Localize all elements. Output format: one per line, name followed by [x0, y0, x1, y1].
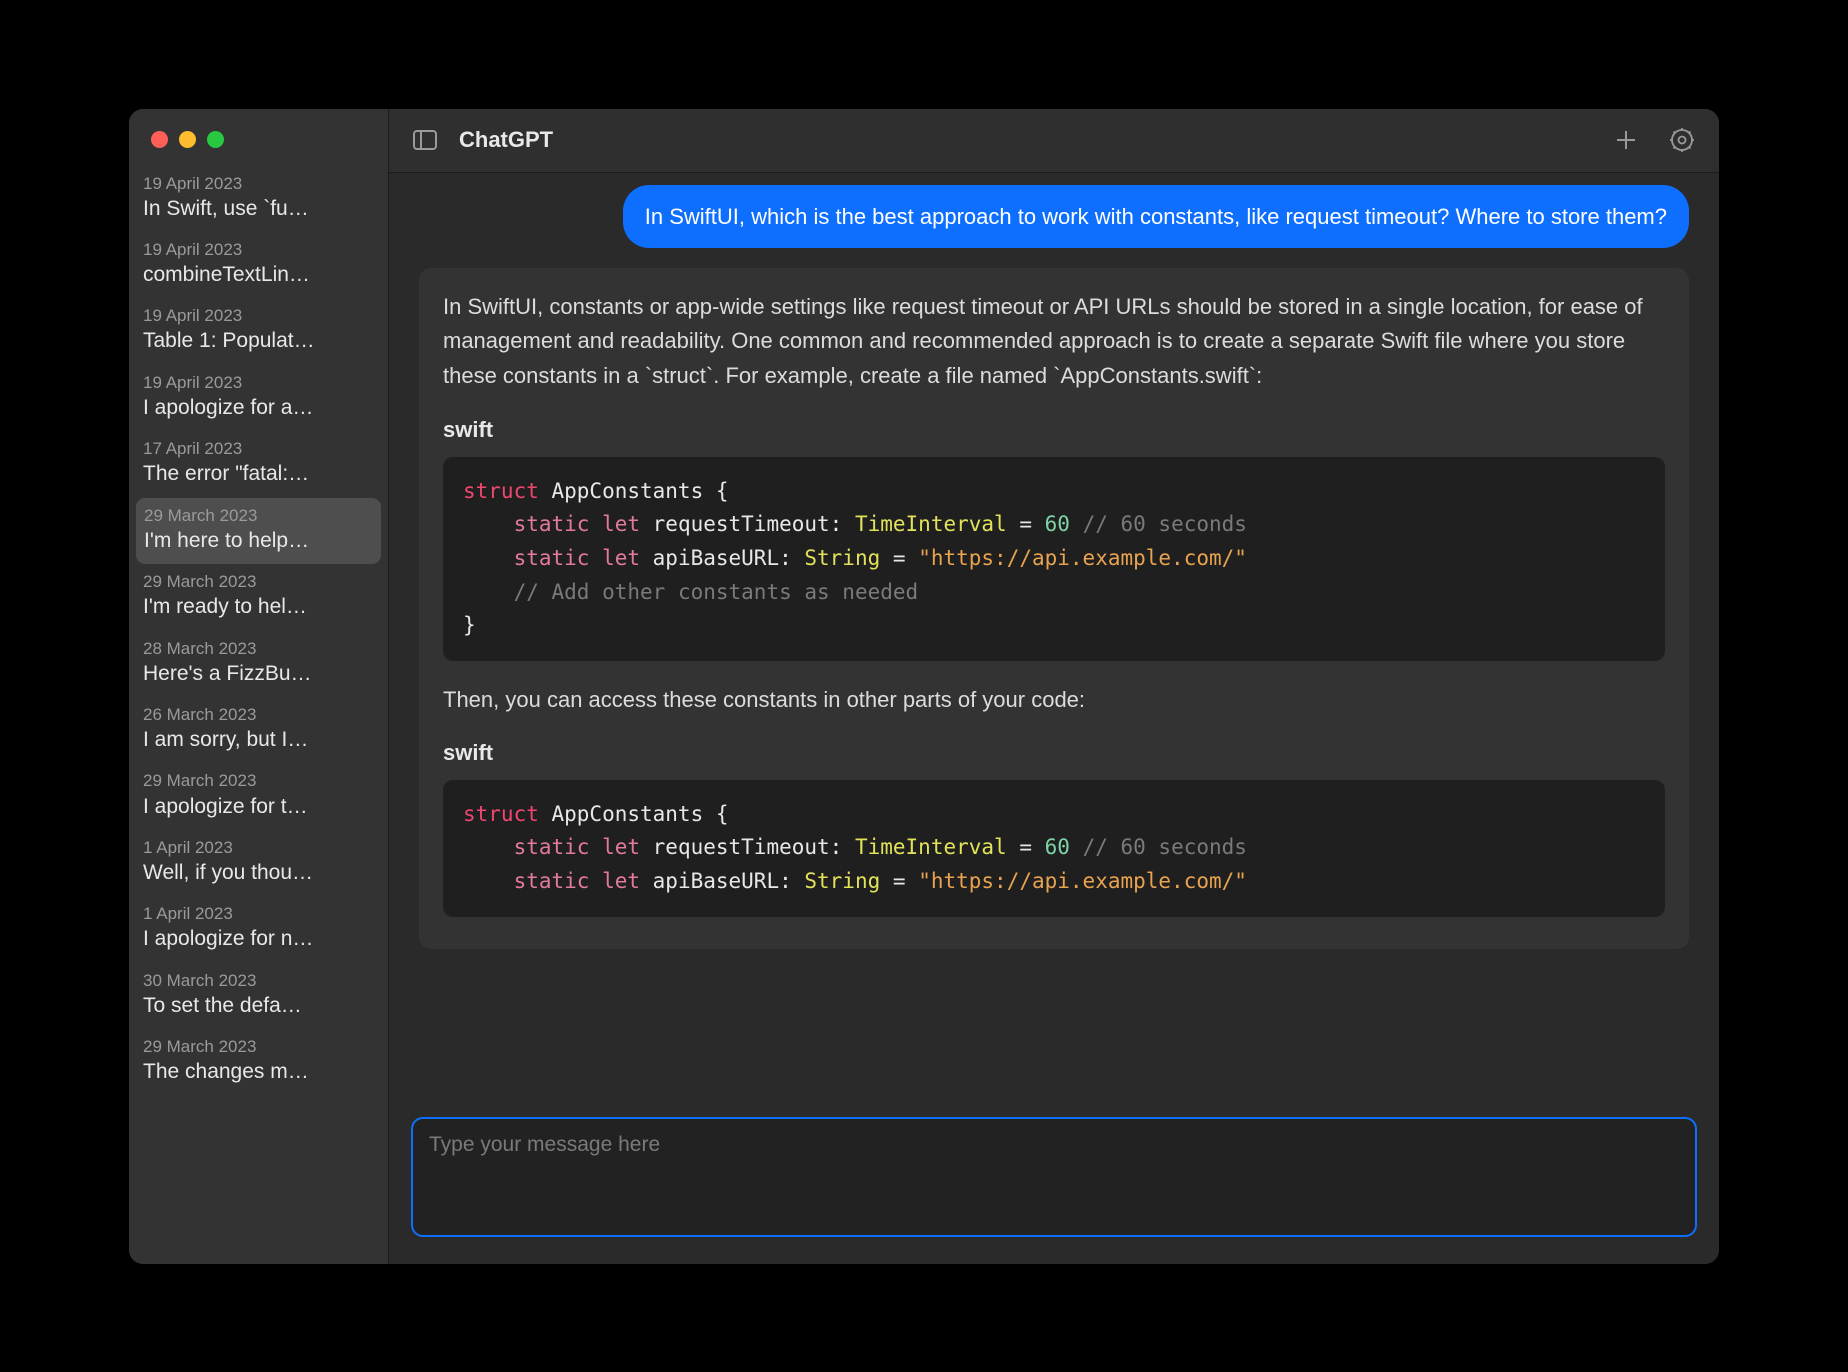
conversation-item[interactable]: 29 March 2023I'm here to help… [136, 498, 381, 564]
conversation-date: 28 March 2023 [143, 638, 374, 660]
conversation-date: 29 March 2023 [144, 505, 373, 527]
conversation-date: 1 April 2023 [143, 903, 374, 925]
conversation-date: 29 March 2023 [143, 571, 374, 593]
code-language-label: swift [443, 413, 1665, 447]
conversation-title: I am sorry, but I… [143, 726, 374, 754]
conversation-title: combineTextLin… [143, 261, 374, 289]
code-block-1: struct AppConstants { static let request… [443, 457, 1665, 661]
conversation-item[interactable]: 19 April 2023combineTextLin… [129, 232, 388, 298]
code-language-label-2: swift [443, 736, 1665, 770]
conversation-date: 26 March 2023 [143, 704, 374, 726]
assistant-between-text: Then, you can access these constants in … [443, 683, 1665, 716]
code-block-2: struct AppConstants { static let request… [443, 780, 1665, 917]
conversation-date: 29 March 2023 [143, 1036, 374, 1058]
conversation-title: Here's a FizzBu… [143, 660, 374, 688]
conversation-item[interactable]: 29 March 2023The changes m… [129, 1029, 388, 1095]
conversation-title: I apologize for n… [143, 925, 374, 953]
traffic-lights [129, 109, 388, 166]
conversation-date: 29 March 2023 [143, 770, 374, 792]
toolbar: ChatGPT [389, 109, 1719, 173]
conversation-list[interactable]: 19 April 2023In Swift, use `fu…19 April … [129, 166, 388, 1264]
close-button[interactable] [151, 131, 168, 148]
maximize-button[interactable] [207, 131, 224, 148]
conversation-item[interactable]: 19 April 2023In Swift, use `fu… [129, 166, 388, 232]
conversation-title: The changes m… [143, 1058, 374, 1086]
conversation-item[interactable]: 19 April 2023Table 1: Populat… [129, 298, 388, 364]
settings-button[interactable] [1669, 127, 1695, 153]
conversation-item[interactable]: 1 April 2023Well, if you thou… [129, 830, 388, 896]
conversation-title: In Swift, use `fu… [143, 195, 374, 223]
app-window: 19 April 2023In Swift, use `fu…19 April … [129, 109, 1719, 1264]
conversation-date: 17 April 2023 [143, 438, 374, 460]
input-area [389, 1101, 1719, 1264]
conversation-date: 19 April 2023 [143, 372, 374, 394]
sidebar: 19 April 2023In Swift, use `fu…19 April … [129, 109, 389, 1264]
conversation-item[interactable]: 28 March 2023Here's a FizzBu… [129, 631, 388, 697]
conversation-title: I'm here to help… [144, 527, 373, 555]
sidebar-toggle-icon[interactable] [413, 130, 437, 150]
main-panel: ChatGPT In Swif [389, 109, 1719, 1264]
message-input[interactable] [411, 1117, 1697, 1237]
conversation-item[interactable]: 19 April 2023I apologize for a… [129, 365, 388, 431]
app-title: ChatGPT [459, 127, 553, 153]
conversation-date: 1 April 2023 [143, 837, 374, 859]
conversation-item[interactable]: 1 April 2023I apologize for n… [129, 896, 388, 962]
conversation-date: 19 April 2023 [143, 239, 374, 261]
assistant-message: In SwiftUI, constants or app-wide settin… [419, 268, 1689, 948]
chat-area[interactable]: In SwiftUI, which is the best approach t… [389, 173, 1719, 1101]
conversation-title: The error "fatal:… [143, 460, 374, 488]
conversation-item[interactable]: 26 March 2023I am sorry, but I… [129, 697, 388, 763]
conversation-item[interactable]: 30 March 2023To set the defa… [129, 963, 388, 1029]
conversation-item[interactable]: 29 March 2023I'm ready to hel… [129, 564, 388, 630]
conversation-item[interactable]: 29 March 2023I apologize for t… [129, 763, 388, 829]
conversation-item[interactable]: 17 April 2023The error "fatal:… [129, 431, 388, 497]
conversation-title: I apologize for a… [143, 394, 374, 422]
conversation-title: To set the defa… [143, 992, 374, 1020]
conversation-title: Well, if you thou… [143, 859, 374, 887]
new-chat-button[interactable] [1613, 127, 1639, 153]
conversation-date: 30 March 2023 [143, 970, 374, 992]
conversation-title: I'm ready to hel… [143, 593, 374, 621]
conversation-date: 19 April 2023 [143, 305, 374, 327]
user-message: In SwiftUI, which is the best approach t… [623, 185, 1689, 249]
conversation-date: 19 April 2023 [143, 173, 374, 195]
assistant-intro: In SwiftUI, constants or app-wide settin… [443, 290, 1665, 392]
conversation-title: I apologize for t… [143, 793, 374, 821]
minimize-button[interactable] [179, 131, 196, 148]
conversation-title: Table 1: Populat… [143, 327, 374, 355]
